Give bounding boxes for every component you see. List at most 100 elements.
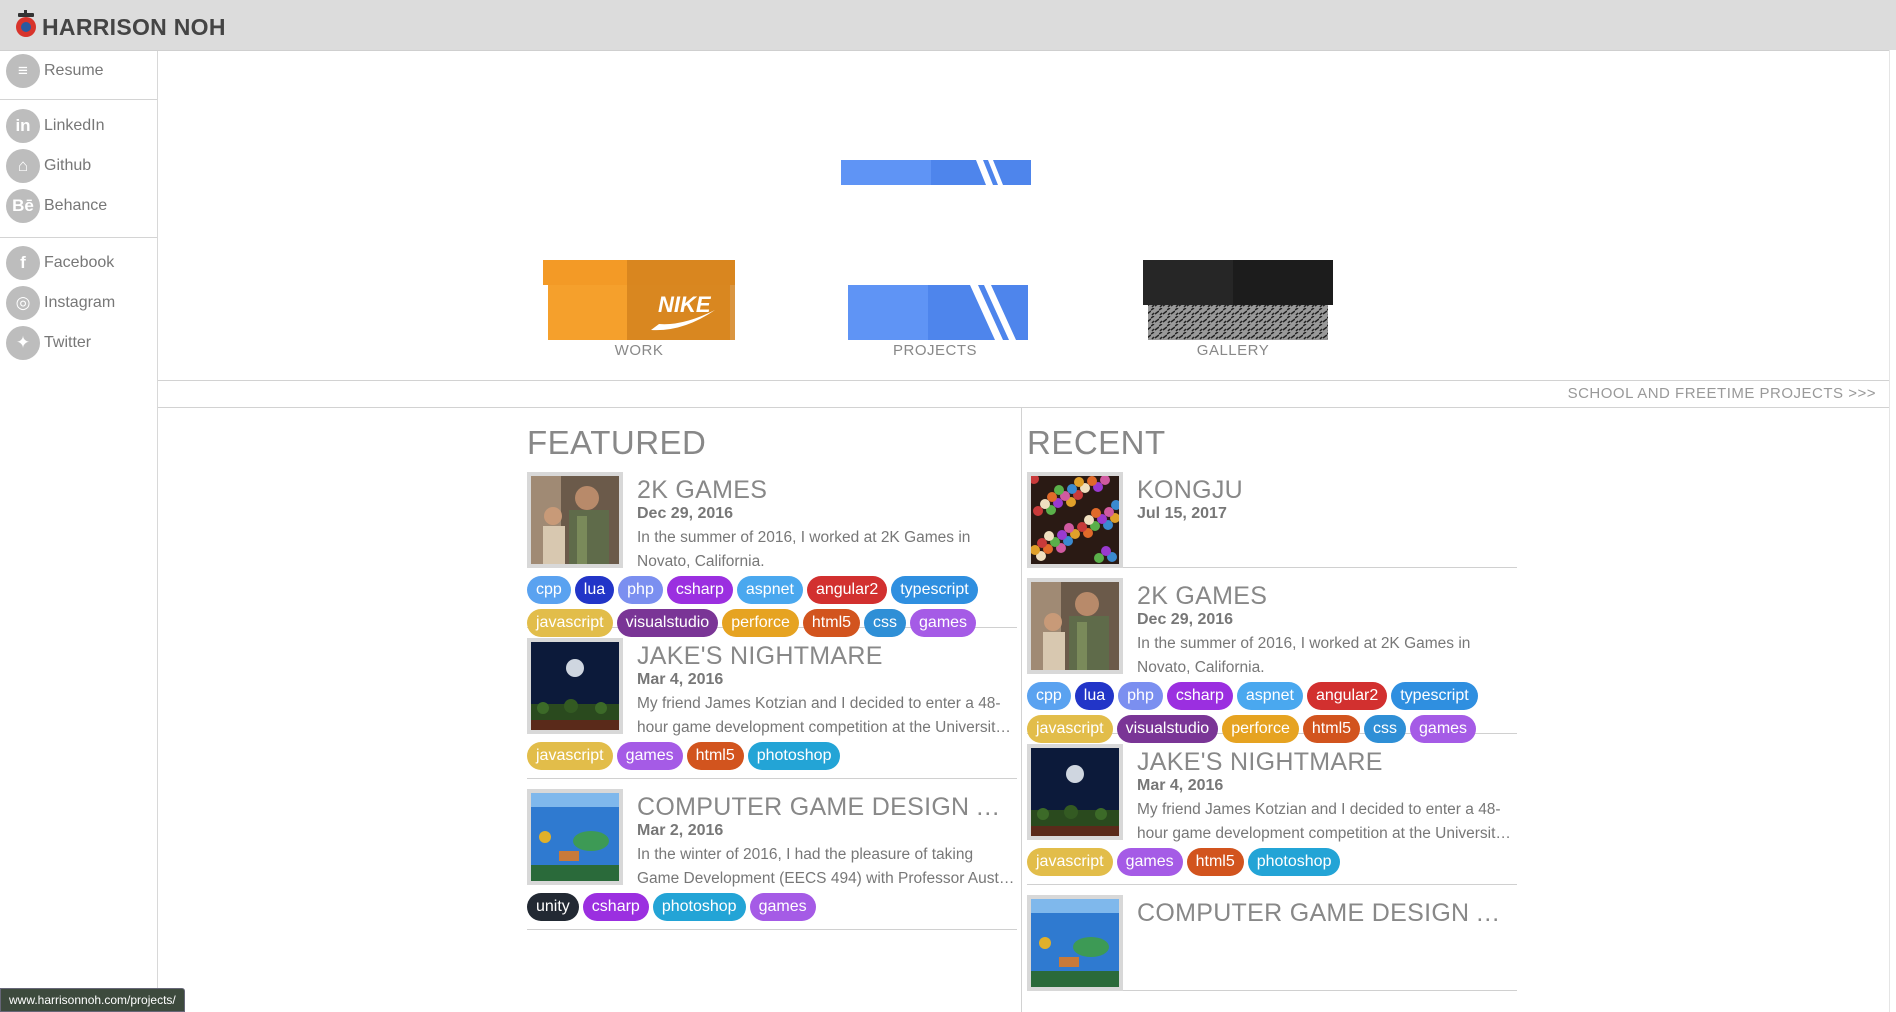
post-thumbnail[interactable] (527, 789, 623, 885)
school-projects-link[interactable]: SCHOOL AND FREETIME PROJECTS >>> (1568, 385, 1876, 402)
tag-angular2[interactable]: angular2 (806, 576, 888, 604)
tag-php[interactable]: php (1118, 682, 1163, 710)
sidebar-item-twitter[interactable]: ✦ Twitter (6, 325, 151, 361)
sidebar-item-label: LinkedIn (44, 117, 105, 134)
tag-html5[interactable]: html5 (802, 609, 861, 637)
post-thumbnail[interactable] (1027, 472, 1123, 568)
post-thumbnail[interactable] (1027, 578, 1123, 674)
post-card[interactable]: COMPUTER GAME DESIGN AND DEVELOPMENT (1027, 895, 1517, 991)
top-bar: HARRISON NOH (0, 0, 1896, 51)
post-thumbnail[interactable] (1027, 895, 1123, 991)
post-card[interactable]: COMPUTER GAME DESIGN AND DEVELOPMENTMar … (527, 789, 1017, 930)
sidebar-item-facebook[interactable]: f Facebook (6, 245, 151, 281)
tag-csharp[interactable]: csharp (582, 893, 649, 921)
post-title[interactable]: KONGJU (1137, 476, 1517, 505)
tag-javascript[interactable]: javascript (1027, 848, 1113, 876)
post-title[interactable]: 2K GAMES (1137, 582, 1517, 611)
tag-css[interactable]: css (864, 609, 907, 637)
svg-text:NIKE: NIKE (658, 292, 712, 317)
post-summary: My friend James Kotzian and I decided to… (637, 695, 1004, 736)
tag-photoshop[interactable]: photoshop (1247, 848, 1341, 876)
sidebar-item-label: Instagram (44, 294, 116, 311)
sidebar-item-behance[interactable]: Bē Behance (6, 188, 151, 224)
tag-php[interactable]: php (618, 576, 663, 604)
sidebar: ≡ Resume in LinkedIn ⌂ Github Bē Behance f Facebo… (0, 51, 158, 1012)
tag-visualstudio[interactable]: visualstudio (616, 609, 719, 637)
gallery-label[interactable]: GALLERY (1138, 342, 1328, 359)
brand-name[interactable]: HARRISON NOH (42, 14, 226, 41)
gallery-box-icon[interactable] (1143, 260, 1333, 340)
scrollbar[interactable] (1889, 50, 1896, 1012)
tag-javascript[interactable]: javascript (527, 742, 613, 770)
tag-javascript[interactable]: javascript (527, 609, 613, 637)
tag-csharp[interactable]: csharp (1166, 682, 1233, 710)
projects-box-icon[interactable] (848, 285, 1028, 340)
featured-title: FEATURED (527, 424, 707, 461)
work-label[interactable]: WORK (544, 342, 734, 359)
status-bar-url: www.harrisonnoh.com/projects/ (0, 988, 185, 1012)
tag-unity[interactable]: unity (527, 893, 579, 921)
post-thumbnail[interactable] (527, 638, 623, 734)
tag-css[interactable]: css (1364, 715, 1407, 743)
post-summary: In the winter of 2016, I had the pleasur… (637, 846, 1011, 887)
sidebar-divider (0, 99, 157, 100)
post-thumbnail[interactable] (1027, 744, 1123, 840)
post-title[interactable]: 2K GAMES (637, 476, 1017, 505)
tag-lua[interactable]: lua (1074, 682, 1115, 710)
tag-html5[interactable]: html5 (1302, 715, 1361, 743)
tag-javascript[interactable]: javascript (1027, 715, 1113, 743)
post-summary: In the summer of 2016, I worked at 2K Ga… (1137, 635, 1471, 676)
projects-label[interactable]: PROJECTS (840, 342, 1030, 359)
post-card[interactable]: JAKE'S NIGHTMARE Mar 4, 2016 My friend Jam… (527, 638, 1017, 779)
tag-games[interactable]: games (1410, 715, 1477, 743)
tag-list: cpp lua php csharp aspnet angular2 typescript j… (527, 576, 1027, 637)
tag-lua[interactable]: lua (574, 576, 615, 604)
sidebar-item-resume[interactable]: ≡ Resume (6, 53, 151, 89)
logo-icon[interactable] (12, 10, 42, 40)
sidebar-item-instagram[interactable]: ◎ Instagram (6, 285, 151, 321)
post-date: Jul 15, 2017 (1137, 505, 1227, 522)
tag-html5[interactable]: html5 (686, 742, 744, 770)
work-box-icon[interactable]: NIKE (543, 260, 735, 340)
tag-cpp[interactable]: cpp (1027, 682, 1071, 710)
post-card[interactable]: 2K GAMES Dec 29, 2016 In the summer of 201… (527, 472, 1017, 637)
tag-typescript[interactable]: typescript (891, 576, 978, 604)
tag-angular2[interactable]: angular2 (1306, 682, 1388, 710)
instagram-icon: ◎ (6, 286, 40, 320)
sidebar-item-github[interactable]: ⌂ Github (6, 148, 151, 184)
tag-list: cpp lua php csharp aspnet angular2 typescript j… (1027, 682, 1527, 743)
twitter-icon: ✦ (6, 326, 40, 360)
tag-games[interactable]: games (749, 893, 816, 921)
tag-games[interactable]: games (910, 609, 977, 637)
post-card[interactable]: JAKE'S NIGHTMARE Mar 4, 2016 My friend Jam… (1027, 744, 1517, 885)
post-title[interactable]: JAKE'S NIGHTMARE (637, 642, 1017, 671)
post-card[interactable]: KONGJU Jul 15, 2017 (1027, 472, 1517, 568)
tag-games[interactable]: games (1116, 848, 1183, 876)
projects-lid-icon (841, 160, 1031, 185)
post-title[interactable]: JAKE'S NIGHTMARE (1137, 748, 1517, 777)
tag-csharp[interactable]: csharp (666, 576, 733, 604)
post-card[interactable]: 2K GAMES Dec 29, 2016 In the summer of 201… (1027, 578, 1517, 743)
tag-typescript[interactable]: typescript (1391, 682, 1478, 710)
tag-cpp[interactable]: cpp (527, 576, 571, 604)
tag-photoshop[interactable]: photoshop (747, 742, 841, 770)
hero: NIKE WORK PROJECTS GALLERY (158, 51, 1889, 381)
tag-aspnet[interactable]: aspnet (736, 576, 803, 604)
tag-perforce[interactable]: perforce (1222, 715, 1299, 743)
post-title[interactable]: COMPUTER GAME DESIGN AND DEVELOPMENT (1137, 899, 1517, 928)
tag-aspnet[interactable]: aspnet (1236, 682, 1303, 710)
post-date: Dec 29, 2016 (637, 505, 734, 522)
post-title[interactable]: COMPUTER GAME DESIGN AND DEVELOPMENT (637, 793, 1017, 822)
tag-html5[interactable]: html5 (1186, 848, 1244, 876)
tag-perforce[interactable]: perforce (722, 609, 799, 637)
resume-icon: ≡ (6, 54, 40, 88)
sidebar-divider (0, 237, 157, 238)
post-thumbnail[interactable] (527, 472, 623, 568)
tag-games[interactable]: games (616, 742, 683, 770)
post-summary: In the summer of 2016, I worked at 2K Ga… (637, 529, 971, 570)
tag-photoshop[interactable]: photoshop (652, 893, 746, 921)
divider (158, 380, 1889, 381)
sidebar-item-label: Twitter (44, 334, 92, 351)
sidebar-item-linkedin[interactable]: in LinkedIn (6, 108, 151, 144)
tag-visualstudio[interactable]: visualstudio (1116, 715, 1219, 743)
